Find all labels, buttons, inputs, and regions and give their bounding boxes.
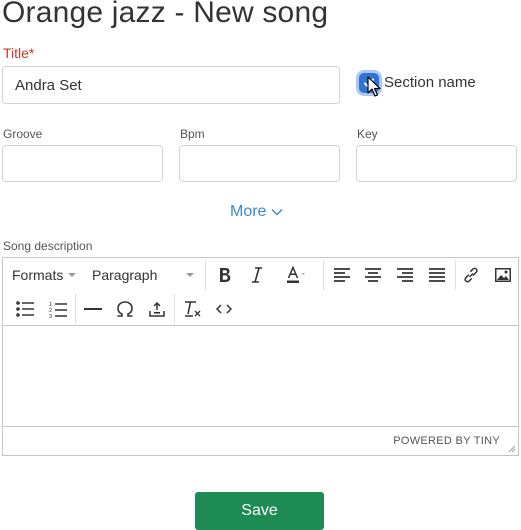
groove-label: Groove bbox=[3, 127, 43, 141]
bold-icon bbox=[220, 268, 231, 282]
bpm-label: Bpm bbox=[180, 127, 205, 141]
rich-text-editor: Formats Paragraph 1 2 3 POWERED BY TINY bbox=[2, 257, 519, 456]
editor-toolbar: Formats Paragraph 1 2 3 bbox=[3, 258, 518, 326]
resize-handle-icon[interactable] bbox=[507, 444, 516, 453]
insert-image-button[interactable] bbox=[491, 263, 515, 287]
omega-icon bbox=[117, 301, 133, 317]
formats-dropdown[interactable]: Formats bbox=[12, 263, 77, 287]
more-label: More bbox=[230, 203, 267, 220]
clear-formatting-button[interactable] bbox=[180, 297, 204, 321]
text-color-icon bbox=[287, 266, 305, 283]
caret-down-icon bbox=[186, 273, 194, 277]
key-input[interactable] bbox=[356, 145, 517, 182]
toolbar-divider bbox=[323, 260, 324, 290]
bullet-list-button[interactable] bbox=[13, 297, 37, 321]
align-left-icon bbox=[334, 268, 350, 282]
link-icon bbox=[464, 267, 478, 283]
italic-button[interactable] bbox=[245, 263, 269, 287]
key-label: Key bbox=[357, 127, 378, 141]
toolbar-divider bbox=[174, 294, 175, 324]
mouse-cursor-icon bbox=[367, 76, 381, 97]
special-character-button[interactable] bbox=[113, 297, 137, 321]
insert-link-button[interactable] bbox=[459, 263, 483, 287]
source-code-button[interactable] bbox=[212, 297, 236, 321]
align-left-button[interactable] bbox=[330, 263, 354, 287]
formats-label: Formats bbox=[12, 267, 64, 283]
caret-down-icon bbox=[68, 273, 77, 277]
insert-button[interactable] bbox=[145, 297, 169, 321]
toolbar-divider bbox=[75, 294, 76, 324]
editor-content-area[interactable] bbox=[3, 326, 518, 426]
bold-button[interactable] bbox=[213, 263, 237, 287]
section-name-label: Section name bbox=[384, 74, 476, 91]
image-icon bbox=[495, 268, 511, 282]
page-title: Orange jazz - New song bbox=[2, 0, 329, 29]
align-center-button[interactable] bbox=[361, 263, 385, 287]
powered-by-tiny-link[interactable]: POWERED BY TINY bbox=[393, 435, 500, 447]
editor-statusbar: POWERED BY TINY bbox=[3, 426, 518, 455]
block-format-dropdown[interactable]: Paragraph bbox=[92, 263, 196, 287]
numbered-list-button[interactable]: 1 2 3 bbox=[46, 297, 70, 321]
align-justify-icon bbox=[429, 268, 445, 282]
clear-formatting-icon bbox=[185, 301, 201, 317]
text-color-button[interactable] bbox=[276, 263, 316, 287]
numbered-list-icon: 1 2 3 bbox=[49, 302, 67, 318]
save-button[interactable]: Save bbox=[195, 492, 324, 530]
align-right-icon bbox=[397, 268, 413, 282]
groove-input[interactable] bbox=[2, 145, 163, 182]
italic-icon bbox=[252, 267, 262, 283]
song-description-label: Song description bbox=[3, 239, 93, 253]
block-format-value: Paragraph bbox=[92, 267, 158, 283]
horizontal-rule-button[interactable] bbox=[81, 297, 105, 321]
svg-text:3: 3 bbox=[49, 314, 52, 318]
title-input[interactable] bbox=[2, 66, 340, 104]
toolbar-divider bbox=[205, 260, 206, 290]
horizontal-rule-icon bbox=[84, 308, 102, 310]
source-code-icon bbox=[216, 304, 232, 314]
align-right-button[interactable] bbox=[393, 263, 417, 287]
align-justify-button[interactable] bbox=[425, 263, 449, 287]
title-label: Title* bbox=[3, 45, 35, 61]
bpm-input[interactable] bbox=[179, 145, 340, 182]
insert-icon bbox=[149, 301, 165, 317]
toolbar-divider bbox=[455, 260, 456, 290]
bullet-list-icon bbox=[16, 301, 34, 317]
chevron-down-icon bbox=[271, 208, 283, 216]
align-center-icon bbox=[365, 268, 381, 282]
more-toggle[interactable]: More bbox=[230, 203, 283, 221]
